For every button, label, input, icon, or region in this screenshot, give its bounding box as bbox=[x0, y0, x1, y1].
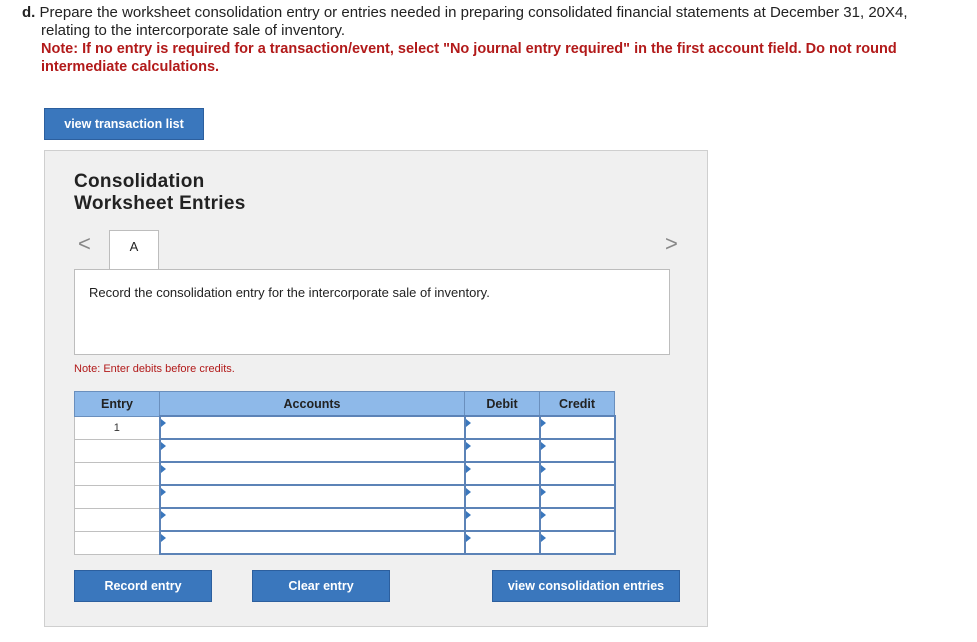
field-marker-icon bbox=[160, 465, 166, 473]
field-marker-icon bbox=[540, 534, 546, 542]
account-input[interactable] bbox=[158, 415, 466, 440]
question-letter: d. bbox=[22, 4, 36, 21]
panel-title-line-1: Consolidation bbox=[74, 171, 205, 192]
account-input[interactable] bbox=[158, 484, 466, 509]
question-note-2: intermediate calculations. bbox=[41, 59, 220, 75]
tab-a[interactable]: A bbox=[109, 230, 159, 270]
question-prompt: Prepare the worksheet consolidation entr… bbox=[39, 4, 908, 21]
account-input[interactable] bbox=[158, 461, 466, 486]
entry-number bbox=[74, 507, 160, 532]
entries-table: Entry Accounts Debit Credit 1 bbox=[74, 391, 616, 555]
header-debit: Debit bbox=[464, 391, 540, 417]
field-marker-icon bbox=[160, 419, 166, 427]
debit-input[interactable] bbox=[463, 530, 541, 555]
header-entry: Entry bbox=[74, 391, 160, 417]
account-input[interactable] bbox=[158, 438, 466, 463]
question-line-2: relating to the intercorporate sale of i… bbox=[41, 22, 346, 39]
field-marker-icon bbox=[540, 488, 546, 496]
account-input[interactable] bbox=[158, 507, 466, 532]
field-marker-icon bbox=[540, 442, 546, 450]
field-marker-icon bbox=[465, 419, 471, 427]
view-transaction-list-button[interactable]: view transaction list bbox=[44, 108, 204, 140]
field-marker-icon bbox=[540, 419, 546, 427]
question-line-1: d. Prepare the worksheet consolidation e… bbox=[22, 4, 962, 22]
field-marker-icon bbox=[540, 511, 546, 519]
entry-number bbox=[74, 438, 160, 463]
table-row bbox=[74, 530, 616, 555]
question-note-1: Note: If no entry is required for a tran… bbox=[41, 41, 897, 57]
instruction-text: Record the consolidation entry for the i… bbox=[89, 285, 490, 300]
entry-number bbox=[74, 530, 160, 555]
instruction-box: Record the consolidation entry for the i… bbox=[74, 269, 670, 355]
header-credit: Credit bbox=[539, 391, 615, 417]
debit-input[interactable] bbox=[463, 484, 541, 509]
credit-input[interactable] bbox=[538, 484, 616, 509]
field-marker-icon bbox=[540, 465, 546, 473]
view-consolidation-entries-button[interactable]: view consolidation entries bbox=[492, 570, 680, 602]
chevron-right-icon[interactable]: > bbox=[665, 231, 678, 257]
credit-input[interactable] bbox=[538, 438, 616, 463]
debit-input[interactable] bbox=[463, 461, 541, 486]
debit-input[interactable] bbox=[463, 415, 541, 440]
field-marker-icon bbox=[465, 442, 471, 450]
credit-input[interactable] bbox=[538, 530, 616, 555]
table-row bbox=[74, 438, 616, 463]
field-marker-icon bbox=[465, 511, 471, 519]
table-row: 1 bbox=[74, 415, 616, 440]
panel-title-line-2: Worksheet Entries bbox=[74, 193, 246, 214]
field-marker-icon bbox=[465, 465, 471, 473]
debit-input[interactable] bbox=[463, 507, 541, 532]
panel-title: Consolidation Worksheet Entries bbox=[74, 171, 246, 215]
header-accounts: Accounts bbox=[159, 391, 465, 417]
table-row bbox=[74, 484, 616, 509]
credit-input[interactable] bbox=[538, 507, 616, 532]
question-text: d. Prepare the worksheet consolidation e… bbox=[22, 4, 962, 76]
chevron-left-icon[interactable]: < bbox=[78, 231, 91, 257]
entry-number: 1 bbox=[74, 415, 160, 440]
account-input[interactable] bbox=[158, 530, 466, 555]
credit-input[interactable] bbox=[538, 415, 616, 440]
table-row bbox=[74, 461, 616, 486]
field-marker-icon bbox=[160, 442, 166, 450]
field-marker-icon bbox=[465, 488, 471, 496]
field-marker-icon bbox=[160, 511, 166, 519]
field-marker-icon bbox=[160, 488, 166, 496]
credit-input[interactable] bbox=[538, 461, 616, 486]
tab-label: A bbox=[129, 239, 139, 254]
enter-debits-note: Note: Enter debits before credits. bbox=[74, 363, 235, 375]
entry-number bbox=[74, 484, 160, 509]
consolidation-panel: Consolidation Worksheet Entries < > A Re… bbox=[44, 150, 708, 627]
debit-input[interactable] bbox=[463, 438, 541, 463]
table-row bbox=[74, 507, 616, 532]
record-entry-button[interactable]: Record entry bbox=[74, 570, 212, 602]
field-marker-icon bbox=[465, 534, 471, 542]
field-marker-icon bbox=[160, 534, 166, 542]
clear-entry-button[interactable]: Clear entry bbox=[252, 570, 390, 602]
entry-number bbox=[74, 461, 160, 486]
